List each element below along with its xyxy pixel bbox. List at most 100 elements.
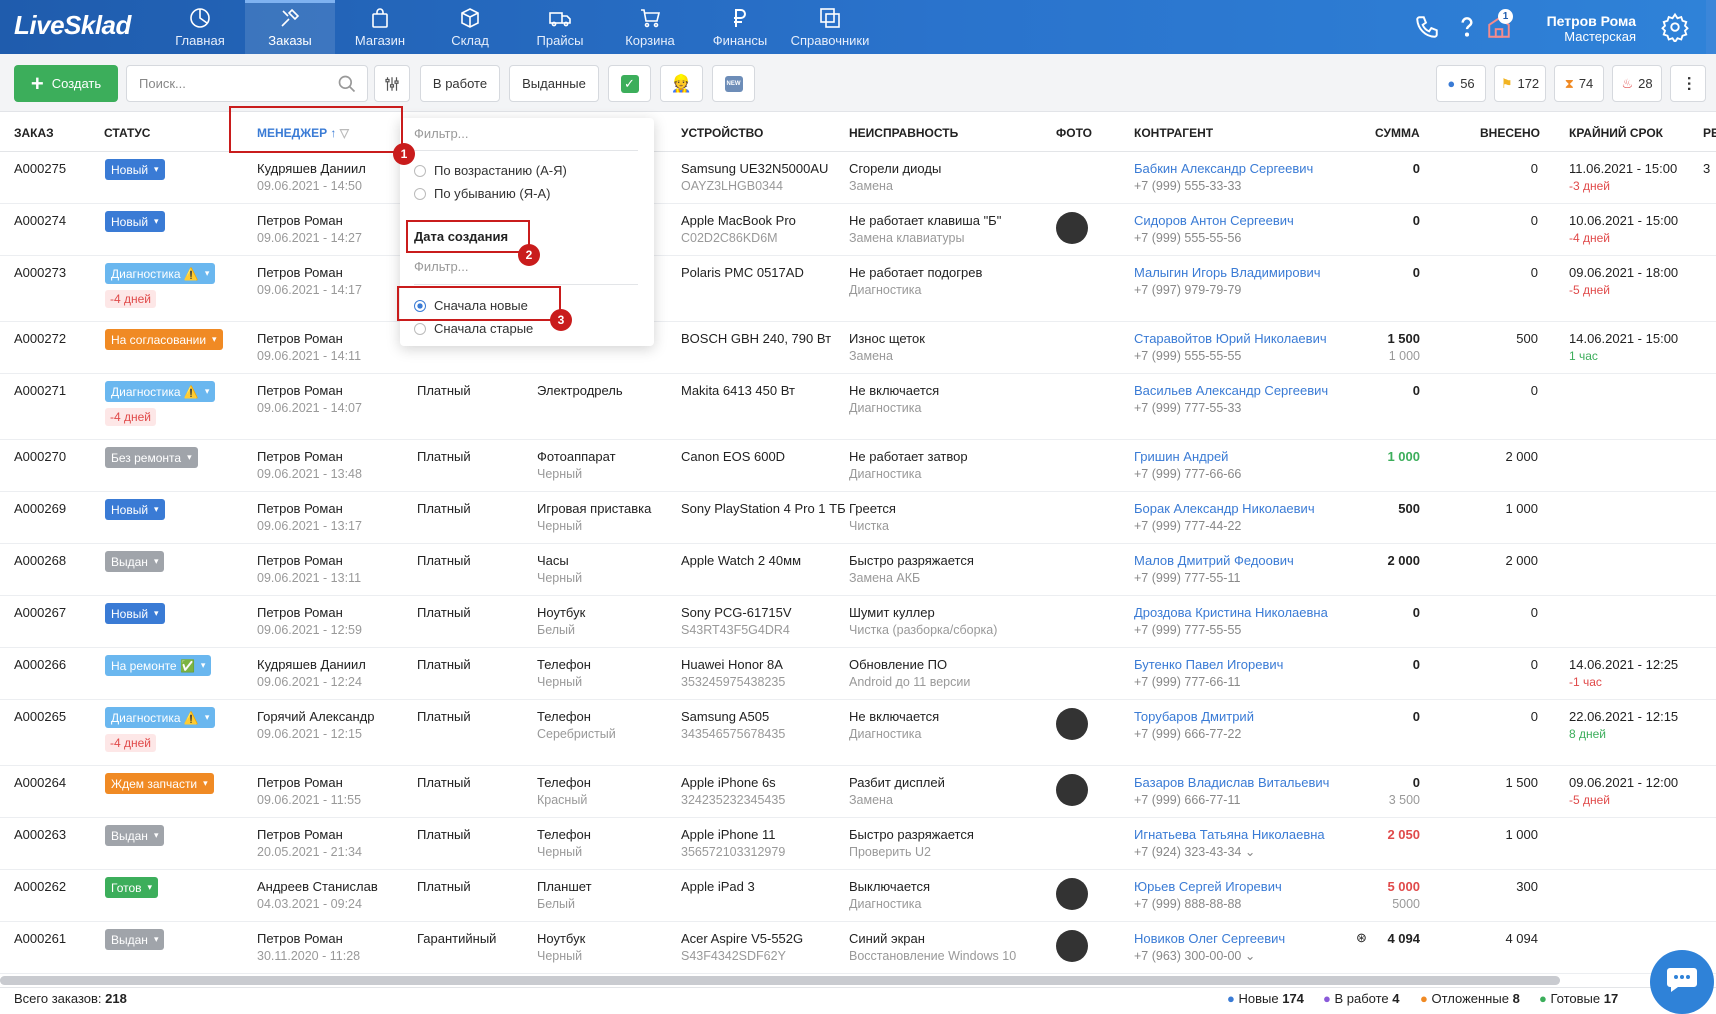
settings-gear-icon[interactable] [1660,12,1690,42]
filter-input[interactable]: Фильтр... [414,126,469,141]
table-row[interactable]: A000266 На ремонте ✅ ▾ Кудряшев Даниил 09.06… [0,648,1716,700]
order-id[interactable]: A000261 [14,930,66,947]
order-id[interactable]: A000269 [14,500,66,517]
order-id[interactable]: A000272 [14,330,66,347]
col-paid[interactable]: ВНЕСЕНО [1480,126,1540,140]
col-device[interactable]: УСТРОЙСТВО [681,126,763,140]
horizontal-scrollbar[interactable] [0,976,1560,985]
client-name[interactable]: Торубаров Дмитрий [1134,708,1254,725]
user-info[interactable]: Петров Рома Мастерская [1547,13,1636,45]
order-id[interactable]: A000270 [14,448,66,465]
table-row[interactable]: A000267 Новый ▾ Петров Роман 09.06.2021 - 12… [0,596,1716,648]
col-fault[interactable]: НЕИСПРАВНОСТЬ [849,126,958,140]
stat-postponed[interactable]: ● Отложенные 8 [1420,991,1520,1006]
nav-item-shop[interactable]: Магазин [335,0,425,54]
table-row[interactable]: A000262 Готов ▾ Андреев Станислав 04.03.2021… [0,870,1716,922]
order-id[interactable]: A000263 [14,826,66,843]
nav-item-finance[interactable]: Финансы [695,0,785,54]
client-name[interactable]: Сидоров Антон Сергеевич [1134,212,1294,229]
col-photo[interactable]: ФОТО [1056,126,1092,140]
col-sum[interactable]: СУММА [1375,126,1420,140]
status-dropdown[interactable]: Готов ▾ [105,877,159,898]
client-name[interactable]: Базаров Владислав Витальевич [1134,774,1329,791]
search-input[interactable]: Поиск... [126,65,368,102]
status-dropdown[interactable]: Выдан ▾ [105,551,165,572]
table-row[interactable]: A000269 Новый ▾ Петров Роман 09.06.2021 - 13… [0,492,1716,544]
order-id[interactable]: A000267 [14,604,66,621]
client-name[interactable]: Малыгин Игорь Владимирович [1134,264,1321,281]
client-name[interactable]: Игнатьева Татьяна Николаевна [1134,826,1325,843]
col-status[interactable]: СТАТУС [104,126,150,140]
order-id[interactable]: A000262 [14,878,66,895]
sort-newest-option[interactable]: Сначала новые [414,298,528,313]
master-filter-button[interactable]: 👷 [660,65,703,102]
nav-item-prices[interactable]: Прайсы [515,0,605,54]
status-dropdown[interactable]: Новый ▾ [105,499,165,520]
in-work-filter-button[interactable]: В работе [420,65,500,102]
table-row[interactable]: A000271 Диагностика ⚠️ ▾ -4 дней Петров Рома… [0,374,1716,440]
status-dropdown[interactable]: Новый ▾ [105,159,165,180]
order-id[interactable]: A000265 [14,708,66,725]
sort-asc-option[interactable]: По возрастанию (А-Я) [414,163,567,178]
status-dropdown[interactable]: На ремонте ✅ ▾ [105,655,212,676]
status-dropdown[interactable]: Выдан ▾ [105,825,165,846]
status-dropdown[interactable]: Новый ▾ [105,603,165,624]
phone-icon[interactable] [1414,14,1440,40]
col-manager[interactable]: МЕНЕДЖЕР ↑ ▽ [257,126,349,140]
status-dropdown[interactable]: Выдан ▾ [105,929,165,950]
order-id[interactable]: A000273 [14,264,66,281]
stat-new[interactable]: ● Новые 174 [1227,991,1304,1006]
stat-in-work[interactable]: ● В работе 4 [1323,991,1400,1006]
issued-filter-button[interactable]: Выданные [509,65,599,102]
status-dropdown[interactable]: Диагностика ⚠️ ▾ [105,707,216,728]
table-row[interactable]: A000268 Выдан ▾ Петров Роман 09.06.2021 - 13… [0,544,1716,596]
table-row[interactable]: A000272 На согласовании ▾ Петров Роман 09.06… [0,322,1716,374]
counter-users[interactable]: ● 56 [1436,65,1486,102]
device-photo-thumbnail[interactable] [1056,708,1088,740]
stat-ready[interactable]: ● Готовые 17 [1539,991,1618,1006]
table-row[interactable]: A000275 Новый ▾ Кудряшев Даниил 09.06.2021 -… [0,152,1716,204]
status-dropdown[interactable]: Диагностика ⚠️ ▾ [105,263,216,284]
create-order-button[interactable]: + Создать [14,65,118,102]
col-deadline[interactable]: КРАЙНИЙ СРОК [1569,126,1663,140]
table-row[interactable]: A000264 Ждем запчасти ▾ Петров Роман 09.06.2… [0,766,1716,818]
client-name[interactable]: Старавойтов Юрий Николаевич [1134,330,1327,347]
client-name[interactable]: Бутенко Павел Игоревич [1134,656,1283,673]
device-photo-thumbnail[interactable] [1056,878,1088,910]
order-id[interactable]: A000275 [14,160,66,177]
table-row[interactable]: A000270 Без ремонта ▾ Петров Роман 09.06.202… [0,440,1716,492]
device-photo-thumbnail[interactable] [1056,212,1088,244]
client-name[interactable]: Дроздова Кристина Николаевна [1134,604,1328,621]
filter-funnel-icon[interactable]: ▽ [340,126,349,140]
nav-item-directories[interactable]: Справочники [785,0,875,54]
order-id[interactable]: A000264 [14,774,66,791]
table-row[interactable]: A000265 Диагностика ⚠️ ▾ -4 дней Горячий Але… [0,700,1716,766]
client-name[interactable]: Малов Дмитрий Федоович [1134,552,1294,569]
help-icon[interactable] [1454,14,1480,40]
more-menu-button[interactable]: ··· [1670,65,1706,102]
date-filter-input[interactable]: Фильтр... [414,259,469,274]
status-dropdown[interactable]: Ждем запчасти ▾ [105,773,214,794]
order-id[interactable]: A000266 [14,656,66,673]
ready-filter-button[interactable]: ✓ [608,65,651,102]
app-logo[interactable]: LiveSklad [14,10,131,41]
device-photo-thumbnail[interactable] [1056,774,1088,806]
sort-oldest-option[interactable]: Сначала старые [414,321,533,336]
col-more[interactable]: РЕ [1703,126,1716,140]
client-name[interactable]: Юрьев Сергей Игоревич [1134,878,1282,895]
status-dropdown[interactable]: Диагностика ⚠️ ▾ [105,381,216,402]
scrollbar-thumb[interactable] [0,976,1560,985]
nav-item-home[interactable]: Главная [155,0,245,54]
client-name[interactable]: Новиков Олег Сергеевич [1134,930,1285,947]
status-dropdown[interactable]: Без ремонта ▾ [105,447,198,468]
counter-fire[interactable]: ♨ 28 [1612,65,1662,102]
nav-item-orders[interactable]: Заказы [245,0,335,54]
counter-flags[interactable]: ⚑ 172 [1494,65,1546,102]
order-id[interactable]: A000268 [14,552,66,569]
sort-desc-option[interactable]: По убыванию (Я-А) [414,186,550,201]
status-dropdown[interactable]: На согласовании ▾ [105,329,223,350]
new-filter-button[interactable]: NEW [712,65,755,102]
table-row[interactable]: A000263 Выдан ▾ Петров Роман 20.05.2021 - 21… [0,818,1716,870]
col-client[interactable]: КОНТРАГЕНТ [1134,126,1213,140]
nav-item-cart[interactable]: Корзина [605,0,695,54]
